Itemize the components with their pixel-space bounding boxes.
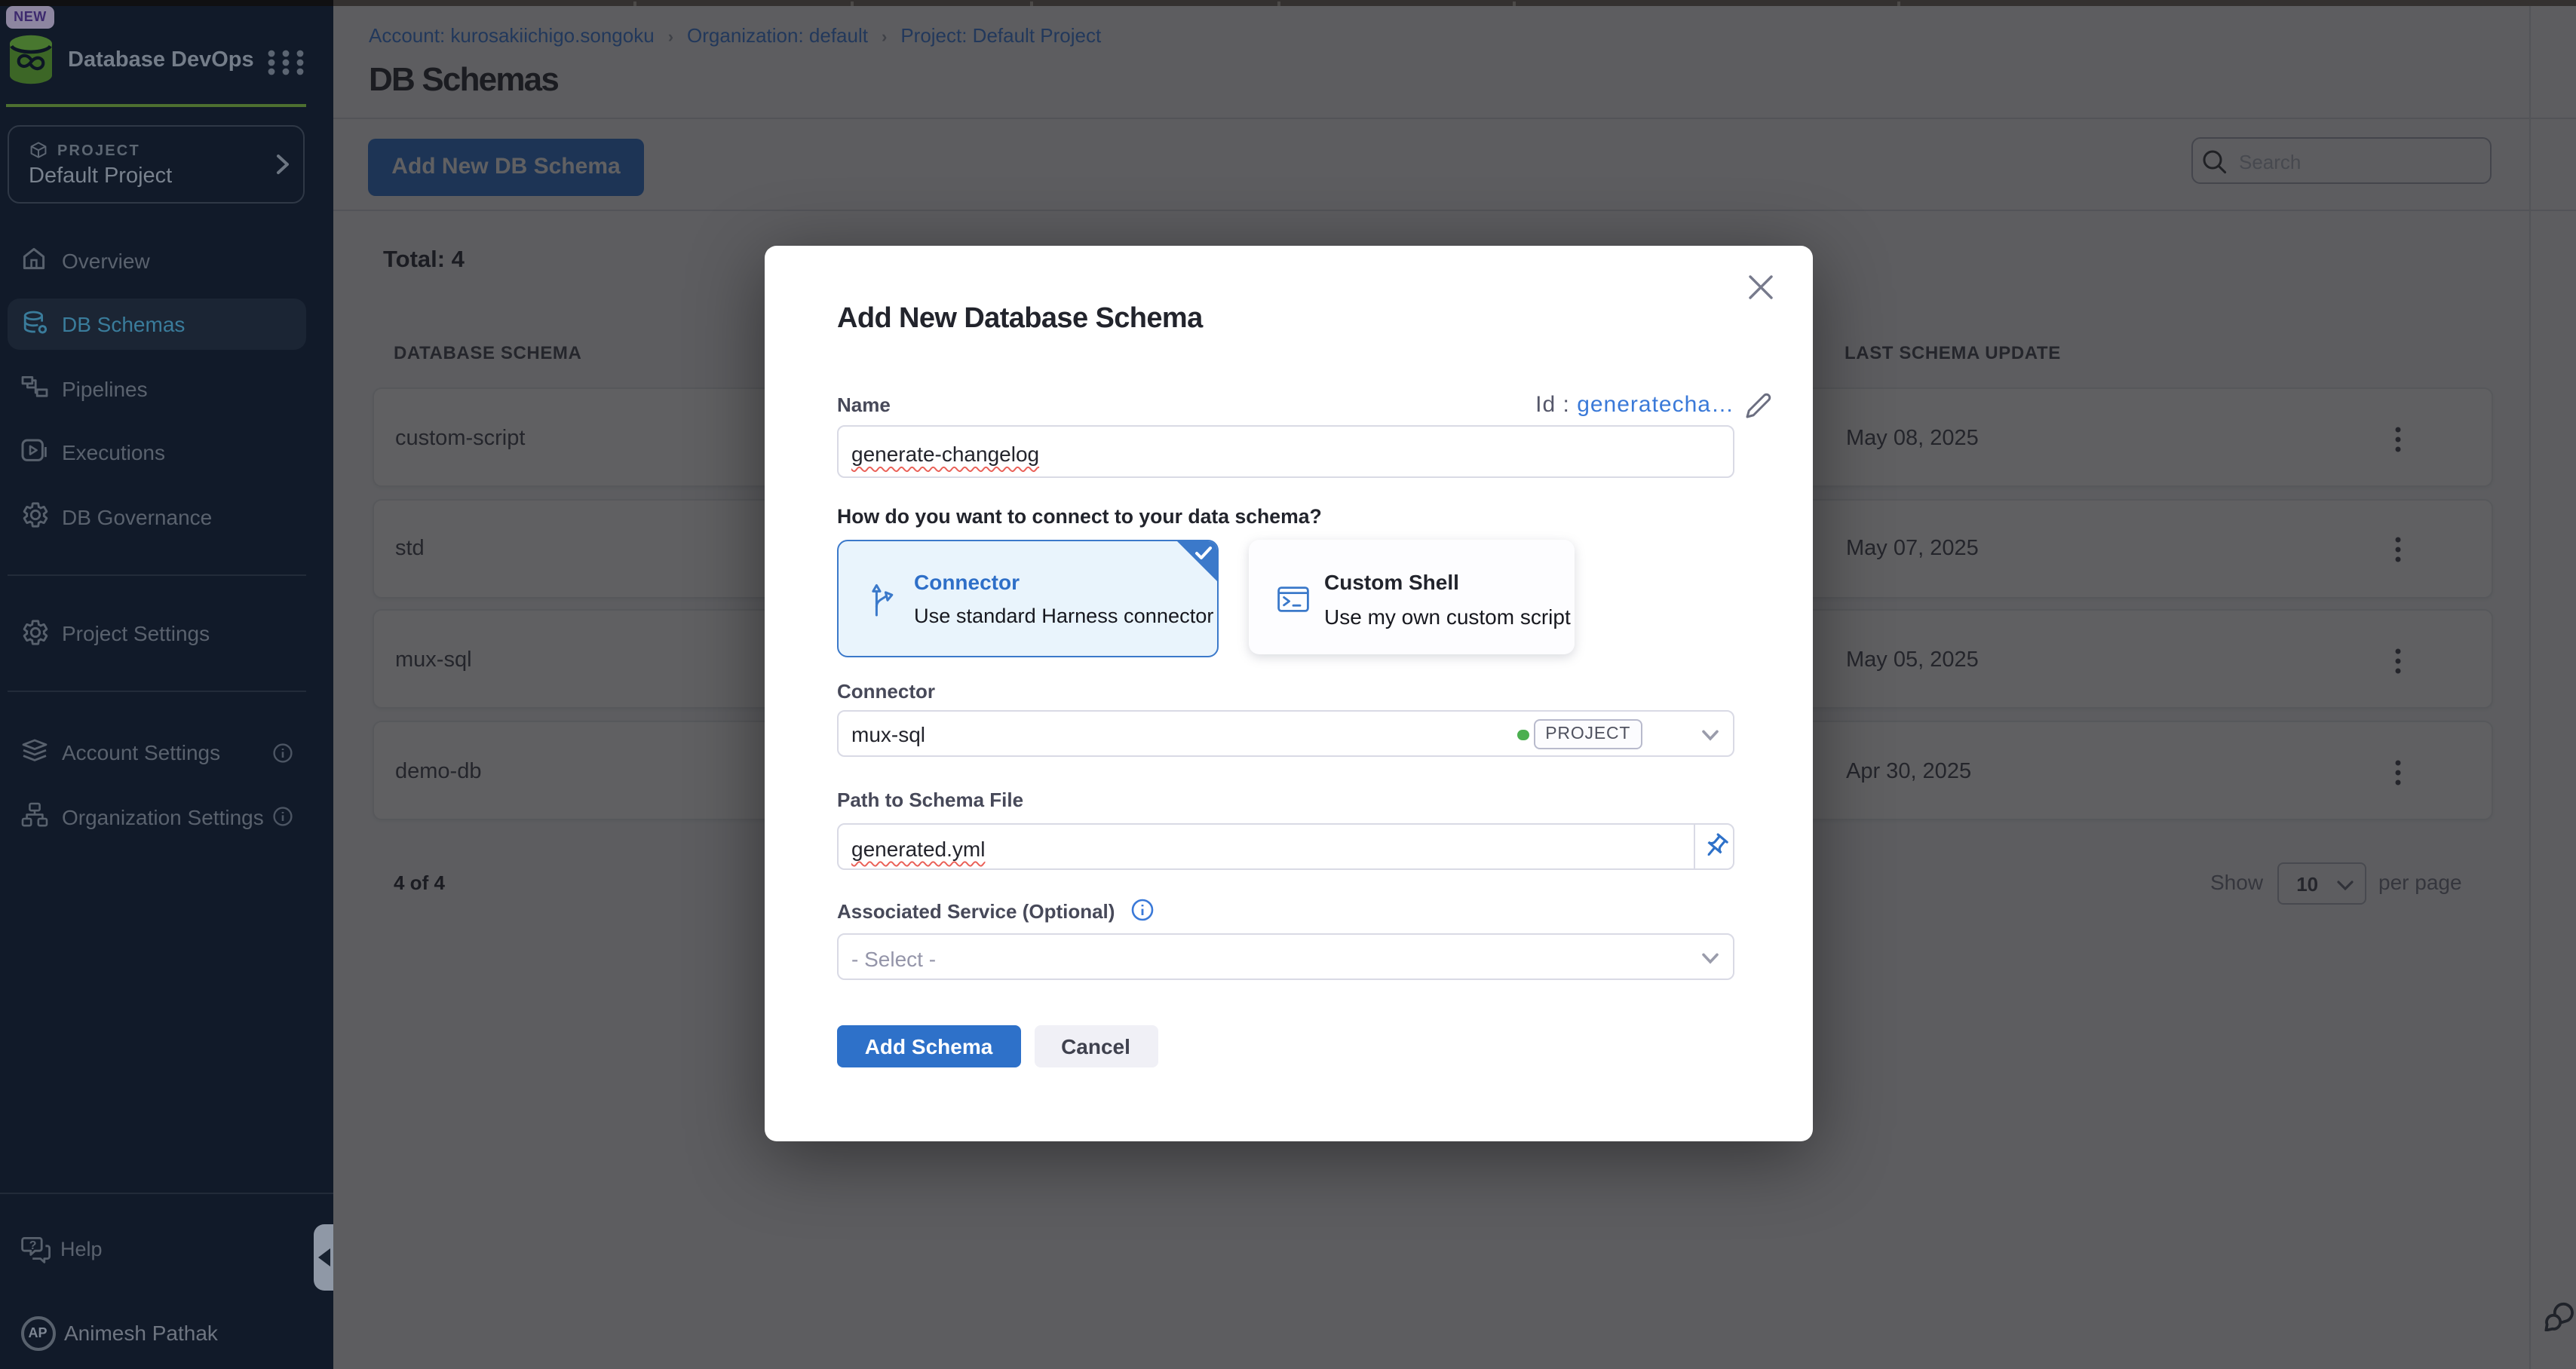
svg-text:?: ?	[29, 1239, 36, 1252]
